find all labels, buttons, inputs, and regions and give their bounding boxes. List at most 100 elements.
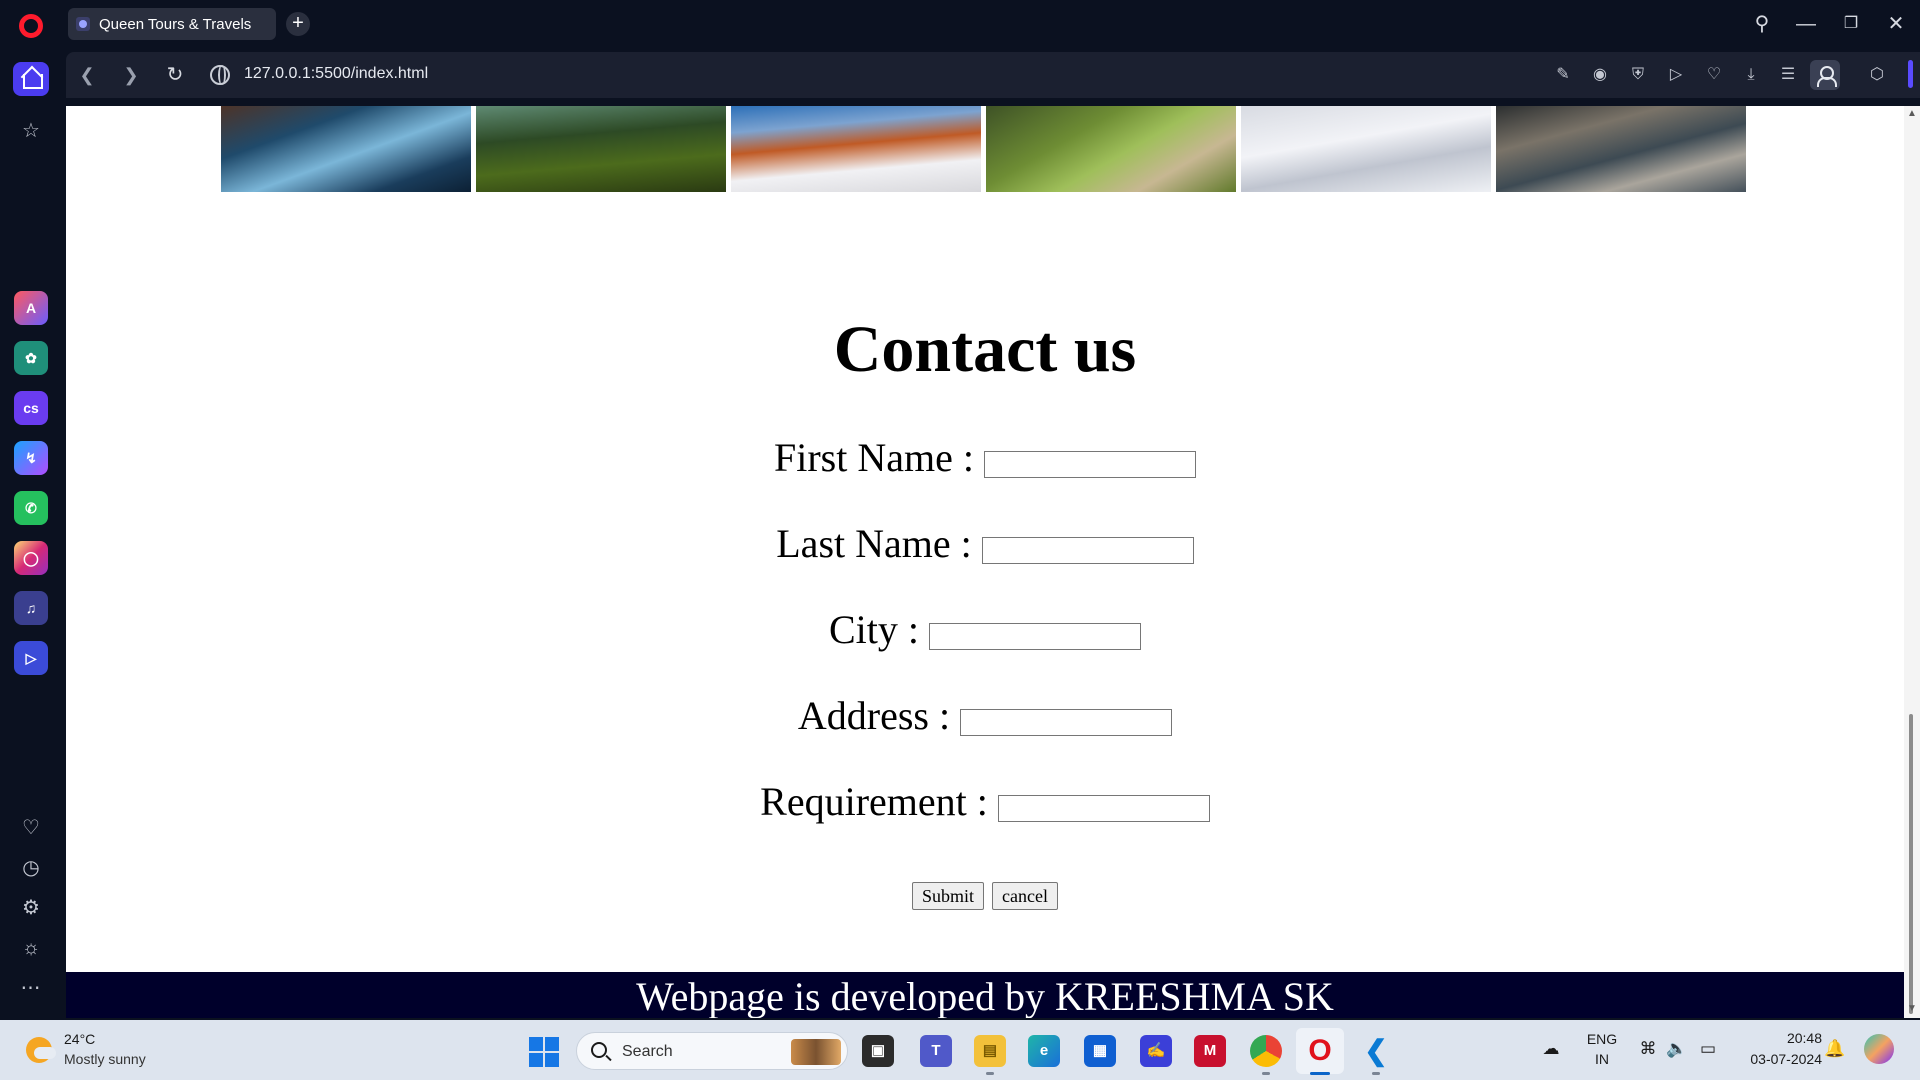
- windows-taskbar: 24°C Mostly sunny Search ▣ T ▤ e ▦ ✍ M O…: [0, 1020, 1920, 1080]
- edge-icon[interactable]: e: [1028, 1035, 1060, 1067]
- active-indicator: [1310, 1072, 1330, 1075]
- last-name-row: Last Name :: [66, 522, 1904, 566]
- whatsapp-icon[interactable]: ✆: [14, 491, 48, 525]
- notification-bell-icon[interactable]: 🔔: [1824, 1038, 1846, 1060]
- chatsonic-icon[interactable]: cs: [14, 391, 48, 425]
- wifi-icon[interactable]: ⌘: [1637, 1038, 1659, 1060]
- opera-sidebar: ☆ A ✿ cs ↯ ✆ ◯ ♫ ▷ ♡ ◷ ⚙ ☼ ⋯: [0, 48, 62, 1018]
- scrollbar-thumb[interactable]: [1909, 714, 1913, 1014]
- vscode-icon[interactable]: ❮: [1360, 1035, 1392, 1067]
- page-footer: Webpage is developed by KREESHMA SK: [66, 972, 1904, 1018]
- submit-button[interactable]: Submit: [912, 882, 985, 910]
- new-tab-button[interactable]: +: [286, 12, 310, 36]
- page-scrollbar[interactable]: ▲ ▼: [1904, 106, 1920, 1018]
- requirement-input[interactable]: [997, 795, 1210, 822]
- onedrive-cloud-icon[interactable]: ☁: [1540, 1038, 1562, 1060]
- player-icon[interactable]: ▷: [14, 641, 48, 675]
- region-indicator[interactable]: IN: [1582, 1051, 1622, 1067]
- running-indicator: [1372, 1072, 1380, 1075]
- requirement-row: Requirement :: [66, 780, 1904, 824]
- home-icon[interactable]: [13, 62, 49, 96]
- file-explorer-icon[interactable]: ▤: [974, 1035, 1006, 1067]
- search-highlight-image: [791, 1039, 841, 1065]
- chrome-icon[interactable]: [1250, 1035, 1282, 1067]
- settings-gear-icon[interactable]: ⚙: [19, 896, 43, 920]
- opera-taskbar-icon[interactable]: O: [1304, 1035, 1336, 1067]
- gallery-photo: [1496, 106, 1746, 192]
- bookmarks-star-icon[interactable]: ☆: [19, 119, 43, 143]
- address-row: Address :: [66, 694, 1904, 738]
- clock-date[interactable]: 03-07-2024: [1732, 1051, 1822, 1067]
- pen-app-icon[interactable]: ✍: [1140, 1035, 1172, 1067]
- volume-icon[interactable]: 🔈: [1666, 1038, 1688, 1060]
- scroll-down-icon[interactable]: ▼: [1906, 1003, 1918, 1015]
- profile-icon[interactable]: [1810, 60, 1840, 90]
- tab-title: Queen Tours & Travels: [99, 15, 252, 33]
- tab-search-icon[interactable]: ⚲: [1748, 10, 1776, 38]
- city-input[interactable]: [929, 623, 1142, 650]
- cancel-button[interactable]: cancel: [992, 882, 1058, 910]
- windows-start-icon[interactable]: [529, 1037, 559, 1067]
- aria-icon[interactable]: A: [14, 291, 48, 325]
- close-window-button[interactable]: ✕: [1882, 10, 1910, 38]
- globe-icon[interactable]: [210, 65, 230, 85]
- instagram-icon[interactable]: ◯: [14, 541, 48, 575]
- gallery-photo: [731, 106, 981, 192]
- edit-icon[interactable]: ✎: [1552, 64, 1574, 86]
- camera-icon[interactable]: ◉: [1589, 64, 1611, 86]
- address-bar: ❮ ❯ ↻ 127.0.0.1:5500/index.html ✎ ◉ ⛨ ▷ …: [66, 52, 1920, 98]
- restore-button[interactable]: ❐: [1837, 10, 1865, 38]
- running-indicator: [1262, 1072, 1270, 1075]
- weather-sun-icon[interactable]: [26, 1037, 56, 1063]
- address-input[interactable]: [960, 709, 1173, 736]
- mcafee-icon[interactable]: M: [1194, 1035, 1226, 1067]
- gallery-photo: [986, 106, 1236, 192]
- last-name-label: Last Name :: [776, 521, 972, 566]
- page-title: Contact us: [833, 313, 1137, 386]
- form-buttons: Submit cancel: [66, 882, 1904, 910]
- address-label: Address :: [797, 693, 951, 738]
- more-options-icon[interactable]: ⋯: [19, 976, 43, 1000]
- gallery-photo: [221, 106, 471, 192]
- shield-icon[interactable]: ⛨: [1627, 64, 1649, 86]
- forward-button[interactable]: ❯: [118, 62, 144, 88]
- minimize-button[interactable]: —: [1792, 10, 1820, 38]
- gallery-photo: [1241, 106, 1491, 192]
- url-field[interactable]: 127.0.0.1:5500/index.html: [244, 65, 428, 83]
- teams-icon[interactable]: T: [920, 1035, 952, 1067]
- weather-temperature[interactable]: 24°C: [64, 1031, 95, 1047]
- battery-icon[interactable]: ▭: [1697, 1038, 1719, 1060]
- weather-description[interactable]: Mostly sunny: [64, 1051, 146, 1067]
- opera-logo-icon[interactable]: [19, 14, 43, 38]
- first-name-label: First Name :: [774, 435, 974, 480]
- reload-button[interactable]: ↻: [162, 62, 188, 88]
- music-player-icon[interactable]: ♫: [14, 591, 48, 625]
- play-icon[interactable]: ▷: [1665, 64, 1687, 86]
- photo-gallery: [221, 106, 1751, 192]
- favorites-heart-icon[interactable]: ♡: [19, 816, 43, 840]
- search-placeholder: Search: [622, 1043, 673, 1060]
- tab-queen-tours[interactable]: Queen Tours & Travels: [68, 8, 276, 40]
- history-clock-icon[interactable]: ◷: [19, 856, 43, 880]
- task-view-icon[interactable]: ▣: [862, 1035, 894, 1067]
- messenger-icon[interactable]: ↯: [14, 441, 48, 475]
- browser-titlebar: Queen Tours & Travels + ⚲ — ❐ ✕: [0, 0, 1920, 48]
- clock-time[interactable]: 20:48: [1732, 1030, 1822, 1046]
- search-icon: [591, 1042, 607, 1058]
- last-name-input[interactable]: [981, 537, 1194, 564]
- copilot-icon[interactable]: [1864, 1034, 1894, 1064]
- sidebar-accent-strip: [1908, 60, 1913, 88]
- microsoft-store-icon[interactable]: ▦: [1084, 1035, 1116, 1067]
- language-indicator[interactable]: ENG: [1582, 1031, 1622, 1047]
- first-name-row: First Name :: [66, 436, 1904, 480]
- tips-lightbulb-icon[interactable]: ☼: [19, 936, 43, 960]
- download-icon[interactable]: ⤓: [1740, 64, 1762, 86]
- heart-icon[interactable]: ♡: [1703, 64, 1725, 86]
- back-button[interactable]: ❮: [74, 62, 100, 88]
- menu-icon[interactable]: ☰: [1777, 64, 1799, 86]
- scroll-up-icon[interactable]: ▲: [1906, 108, 1918, 120]
- extensions-cube-icon[interactable]: ⬡: [1866, 64, 1888, 86]
- first-name-input[interactable]: [983, 451, 1196, 478]
- chatgpt-icon[interactable]: ✿: [14, 341, 48, 375]
- taskbar-search[interactable]: Search: [576, 1032, 848, 1070]
